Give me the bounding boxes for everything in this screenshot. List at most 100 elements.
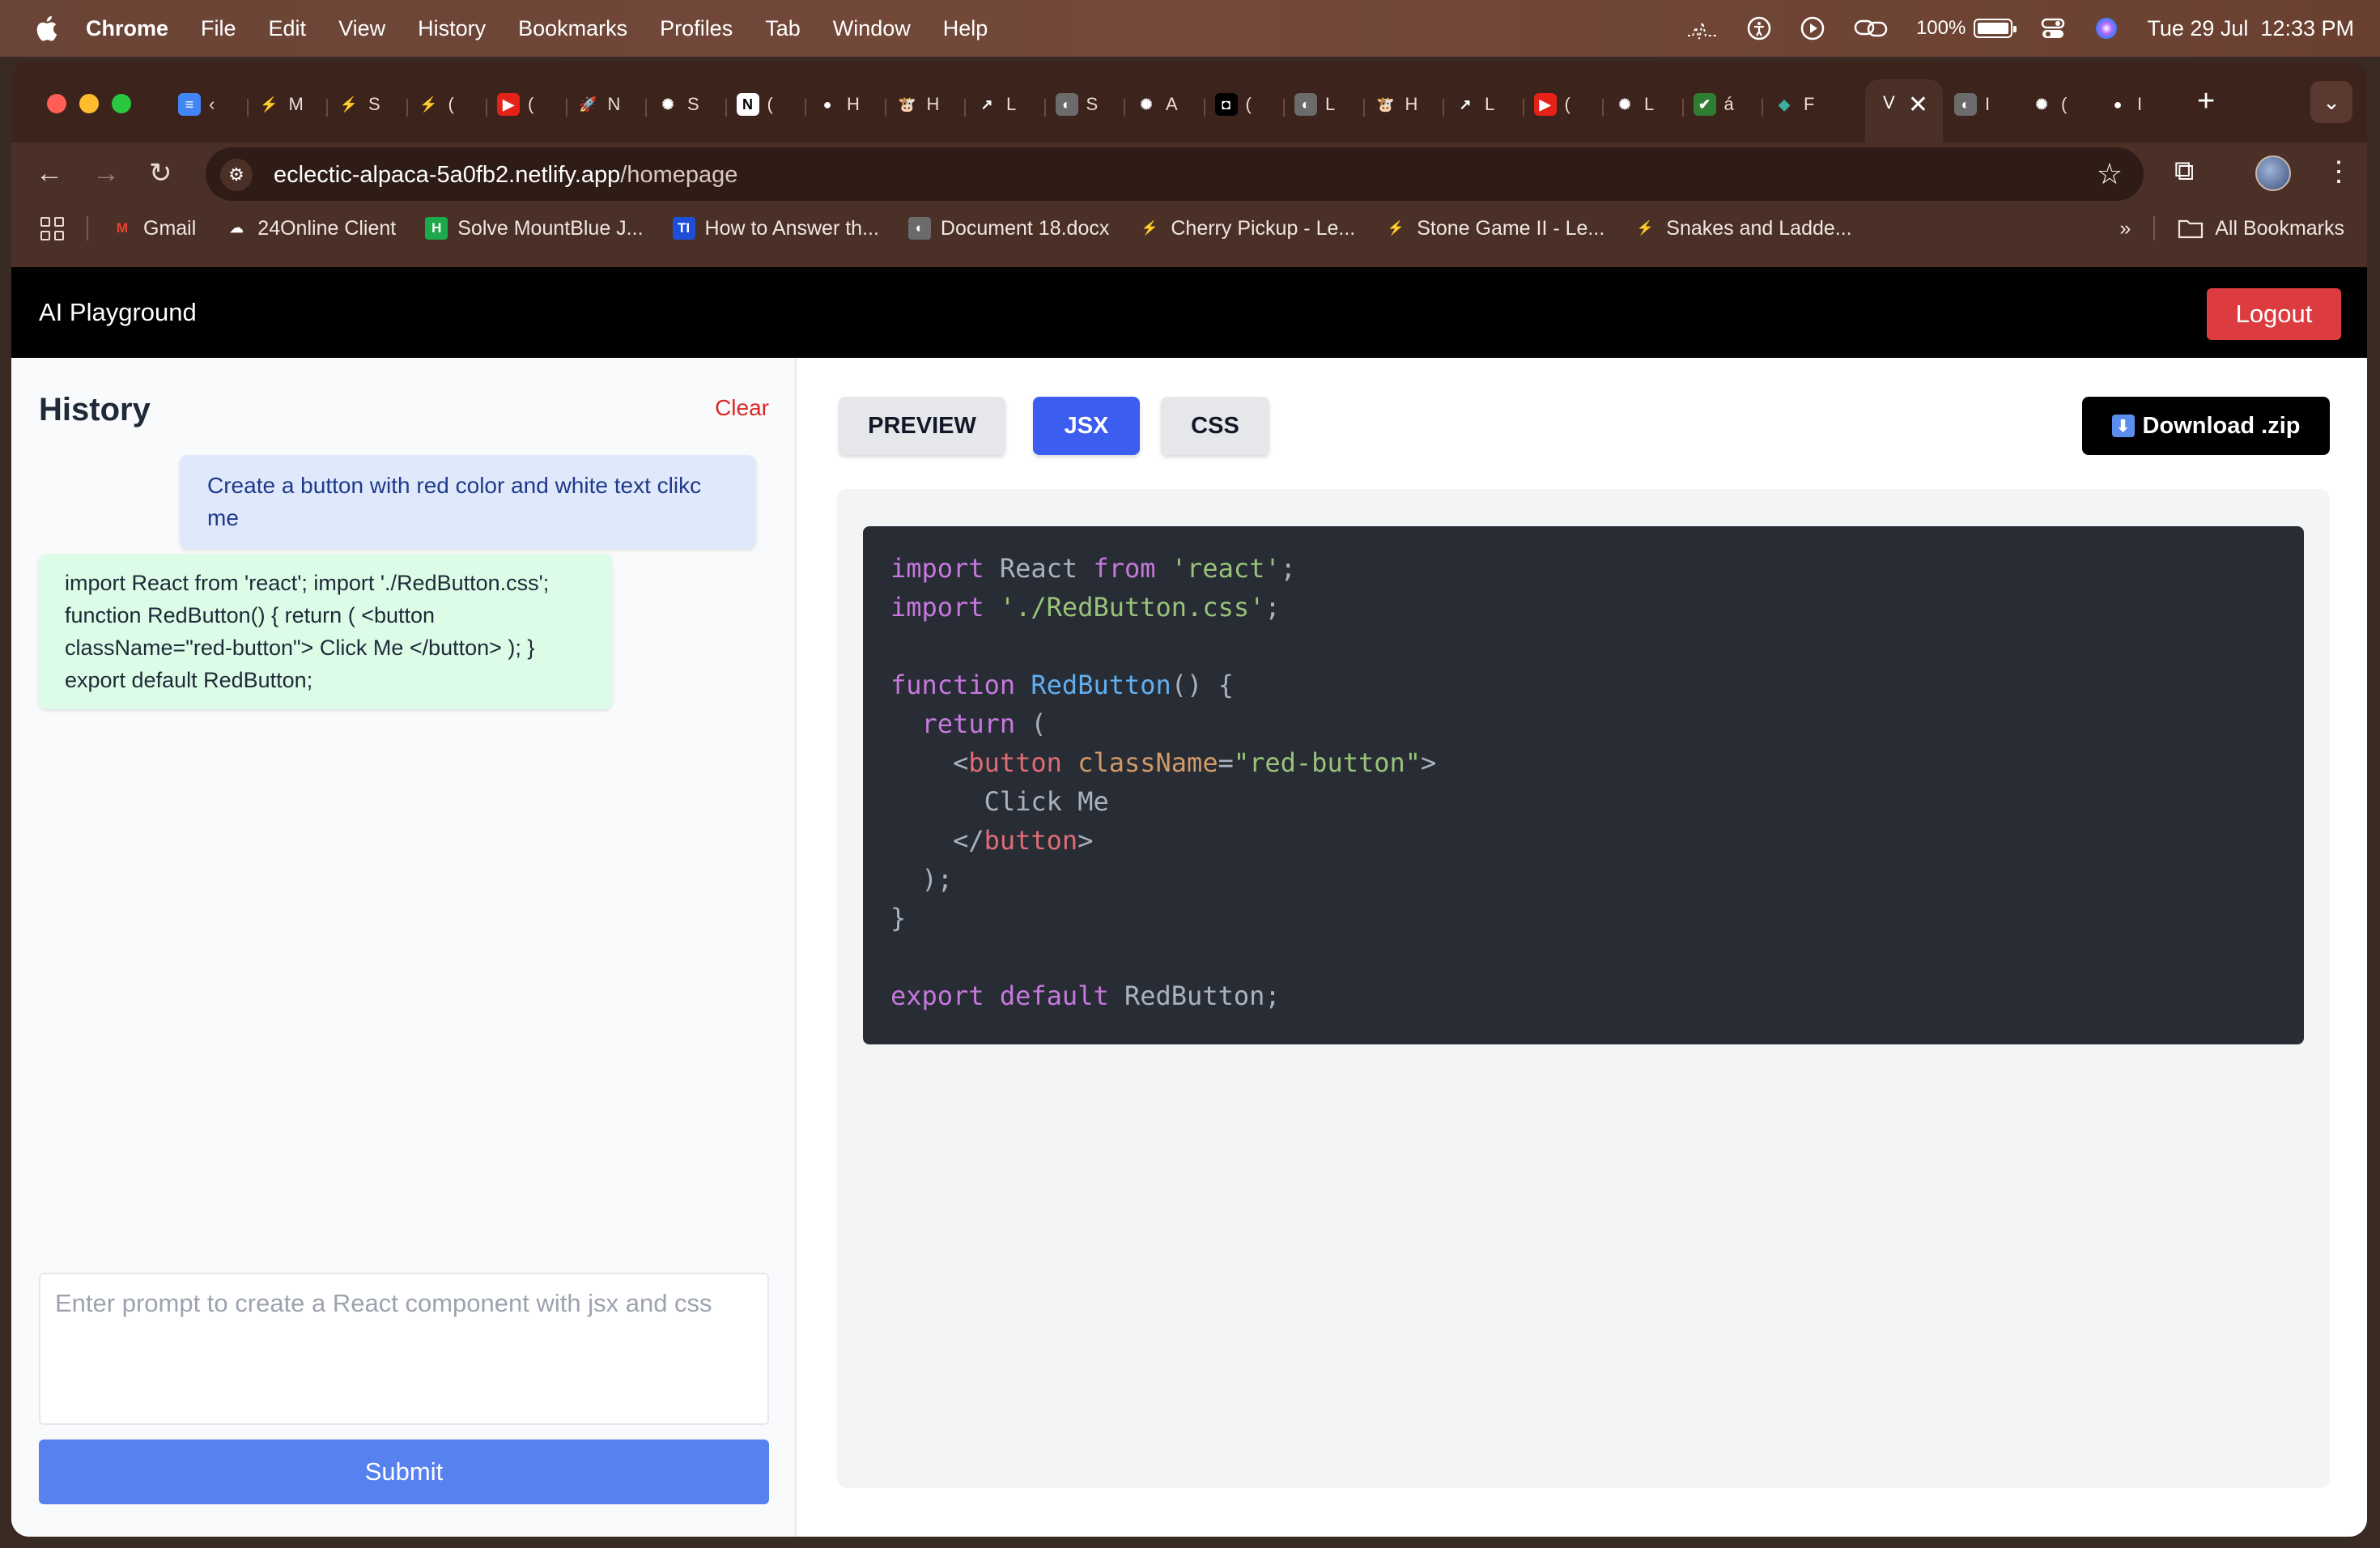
- new-tab-icon[interactable]: +: [2197, 84, 2215, 119]
- logout-button[interactable]: Logout: [2207, 288, 2341, 340]
- apple-icon[interactable]: [32, 14, 58, 43]
- web-page: AI Playground Logout History Clear Creat…: [11, 267, 2367, 1537]
- profile-avatar[interactable]: [2255, 155, 2291, 191]
- tab-search-chevron-icon[interactable]: ⌄: [2310, 81, 2352, 123]
- close-tab-icon[interactable]: ✕: [1908, 91, 1928, 119]
- address-bar[interactable]: ⚙ eclectic-alpaca-5a0fb2.netlify.app/hom…: [206, 147, 2144, 201]
- play-circle-icon[interactable]: [1800, 15, 1825, 41]
- tab-item[interactable]: ⚡ M: [258, 86, 304, 123]
- assistant-message[interactable]: import React from 'react'; import './Red…: [39, 554, 612, 709]
- reload-icon[interactable]: ↻: [149, 157, 172, 189]
- url-text[interactable]: eclectic-alpaca-5a0fb2.netlify.app/homep…: [274, 162, 737, 189]
- bookmark-item[interactable]: ⚡ Stone Game II - Le...: [1384, 217, 1605, 240]
- menu-profiles[interactable]: Profiles: [660, 16, 733, 41]
- tab-title: S: [368, 94, 380, 114]
- tab-active[interactable]: V ✕: [1865, 79, 1943, 142]
- cloud-icon: ☁: [229, 220, 244, 236]
- tab-title: á: [1723, 94, 1734, 114]
- tab-item[interactable]: ⚡ S: [338, 86, 380, 123]
- battery-indicator[interactable]: 100%: [1916, 17, 2017, 40]
- tab-item[interactable]: 🚀 N: [577, 86, 621, 123]
- tab-item[interactable]: ◆ F: [1773, 86, 1814, 123]
- accessibility-icon[interactable]: [1746, 15, 1772, 41]
- control-center-icon[interactable]: [2040, 15, 2066, 41]
- prompt-input[interactable]: [39, 1273, 769, 1425]
- tab-title: A: [1166, 94, 1178, 114]
- external-link-icon: ↗: [980, 96, 993, 113]
- user-message[interactable]: Create a button with red color and white…: [180, 455, 756, 549]
- submit-button[interactable]: Submit: [39, 1440, 769, 1504]
- menu-window[interactable]: Window: [833, 16, 911, 41]
- tab-item[interactable]: ◐ S: [1055, 86, 1098, 123]
- tab-item[interactable]: 🐮 H: [896, 86, 939, 123]
- bookmarks-bar: M Gmail ☁ 24Online Client H Solve MountBlue J…: [11, 204, 2367, 253]
- code-line: function RedButton() {: [890, 670, 1234, 700]
- tab-title: (: [2061, 94, 2068, 114]
- code-line: return (: [921, 708, 1047, 739]
- forward-icon[interactable]: →: [92, 157, 120, 189]
- bookmarks-overflow-icon[interactable]: »: [2119, 217, 2131, 240]
- siri-icon[interactable]: [2093, 15, 2119, 41]
- clock[interactable]: Tue 29 Jul 12:33 PM: [2147, 16, 2354, 41]
- tab-item[interactable]: ▶(: [497, 86, 533, 123]
- menu-file[interactable]: File: [201, 16, 236, 41]
- tab-item[interactable]: ⚡(: [418, 86, 454, 123]
- tab-title: N: [607, 94, 621, 114]
- clear-history-button[interactable]: Clear: [715, 395, 769, 421]
- menu-app-name[interactable]: Chrome: [86, 16, 168, 41]
- bookmark-item[interactable]: ⚡ Snakes and Ladde...: [1634, 216, 1852, 240]
- github-icon: ●: [2113, 96, 2123, 113]
- bookmark-star-icon[interactable]: ☆: [2097, 157, 2123, 191]
- code-line: }: [890, 903, 907, 933]
- bookmark-item[interactable]: TI How to Answer th...: [672, 217, 879, 240]
- bookmark-item[interactable]: ⚡ Cherry Pickup - Le...: [1138, 217, 1355, 240]
- bookmark-label: Snakes and Ladde...: [1666, 216, 1852, 240]
- menu-tab[interactable]: Tab: [765, 16, 801, 41]
- fullscreen-window-button[interactable]: [112, 94, 131, 113]
- close-window-button[interactable]: [47, 94, 66, 113]
- menu-view[interactable]: View: [338, 16, 385, 41]
- active-tab-title: V: [1883, 92, 1895, 113]
- activity-icon[interactable]: [1686, 16, 1719, 40]
- back-icon[interactable]: ←: [36, 157, 63, 189]
- tab-item[interactable]: ● I: [2106, 86, 2143, 123]
- bookmark-item[interactable]: ◐ Document 18.docx: [907, 217, 1109, 240]
- youtube-icon: ▶: [1533, 93, 1557, 116]
- code-block[interactable]: import React from 'react'; import './Red…: [863, 526, 2304, 1044]
- bookmark-item[interactable]: H Solve MountBlue J...: [425, 217, 644, 240]
- tab-item[interactable]: ✺ S: [657, 86, 699, 123]
- tab-item[interactable]: ◐ L: [1294, 86, 1335, 123]
- tab-item[interactable]: ● H: [816, 86, 860, 123]
- tab-item[interactable]: ↗ L: [975, 86, 1016, 123]
- menu-edit[interactable]: Edit: [269, 16, 307, 41]
- tab-item[interactable]: ◘(: [1214, 86, 1252, 123]
- menu-bookmarks[interactable]: Bookmarks: [518, 16, 627, 41]
- bookmark-item[interactable]: M Gmail: [111, 217, 196, 240]
- extensions-icon[interactable]: ⧉: [2174, 155, 2194, 187]
- tab-separator: [1362, 99, 1365, 117]
- download-zip-button[interactable]: ⬇ Download .zip: [2082, 397, 2330, 455]
- tab-item[interactable]: ✺ L: [1613, 86, 1654, 123]
- tab-item[interactable]: ▶(: [1533, 86, 1570, 123]
- menu-help[interactable]: Help: [943, 16, 988, 41]
- tab-item[interactable]: 🐮 H: [1375, 86, 1417, 123]
- tab-item[interactable]: ✺ A: [1135, 86, 1178, 123]
- menu-history[interactable]: History: [418, 16, 486, 41]
- tab-preview[interactable]: PREVIEW: [839, 397, 1005, 455]
- site-info-icon[interactable]: ⚙: [220, 159, 253, 191]
- tab-jsx[interactable]: JSX: [1033, 397, 1140, 455]
- tab-css[interactable]: CSS: [1161, 397, 1269, 455]
- link-icon[interactable]: [1853, 16, 1889, 40]
- tab-item[interactable]: ◐ I: [1954, 86, 1990, 123]
- tab-item[interactable]: ↗ L: [1454, 86, 1494, 123]
- all-bookmarks-button[interactable]: All Bookmarks: [2178, 217, 2344, 240]
- apps-grid-icon[interactable]: [40, 216, 64, 240]
- tab-item[interactable]: ✺(: [2030, 86, 2067, 123]
- tab-item[interactable]: ✔ á: [1693, 86, 1734, 123]
- tab-item[interactable]: N(: [736, 86, 773, 123]
- tab-title: F: [1804, 94, 1815, 114]
- more-menu-icon[interactable]: ⋮: [2325, 155, 2352, 188]
- bookmark-item[interactable]: ☁ 24Online Client: [225, 217, 396, 240]
- tab-item[interactable]: ≡ ‹: [178, 86, 215, 123]
- minimize-window-button[interactable]: [79, 94, 99, 113]
